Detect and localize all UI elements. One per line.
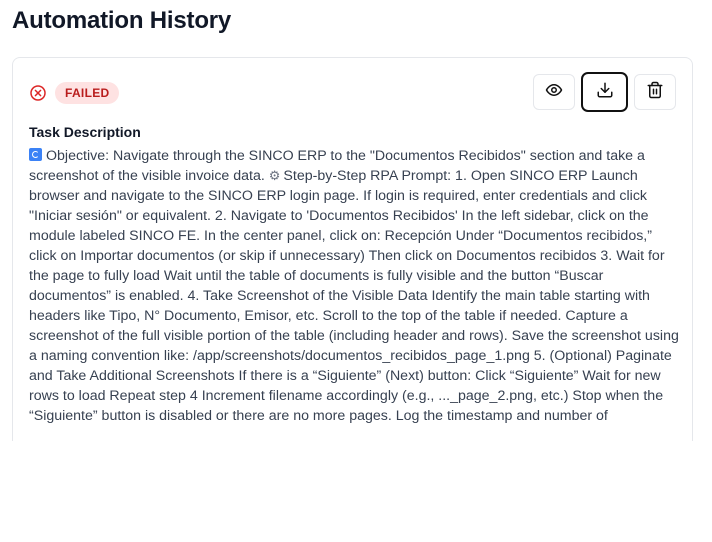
status-badge: FAILED: [55, 82, 120, 104]
task-description-text: Objective: Navigate through the SINCO ER…: [29, 146, 680, 426]
page-title: Automation History: [12, 7, 232, 34]
repeat-emoji-icon: [29, 148, 42, 161]
action-buttons: [533, 72, 676, 112]
status-row: FAILED: [29, 81, 120, 105]
page: Automation History FAILED Task Descripti…: [0, 0, 712, 542]
download-icon: [596, 81, 614, 104]
download-button[interactable]: [581, 72, 628, 112]
view-button[interactable]: [533, 74, 575, 110]
eye-icon: [545, 81, 563, 104]
task-description-label: Task Description: [29, 124, 141, 140]
failed-x-circle-icon: [29, 84, 47, 102]
trash-icon: [646, 81, 664, 104]
gear-emoji-icon: ⚙: [268, 168, 281, 183]
description-steps: Step-by-Step RPA Prompt: 1. Open SINCO E…: [29, 168, 679, 424]
delete-button[interactable]: [634, 74, 676, 110]
task-card: FAILED Task Description Objective: Navig…: [12, 57, 693, 441]
